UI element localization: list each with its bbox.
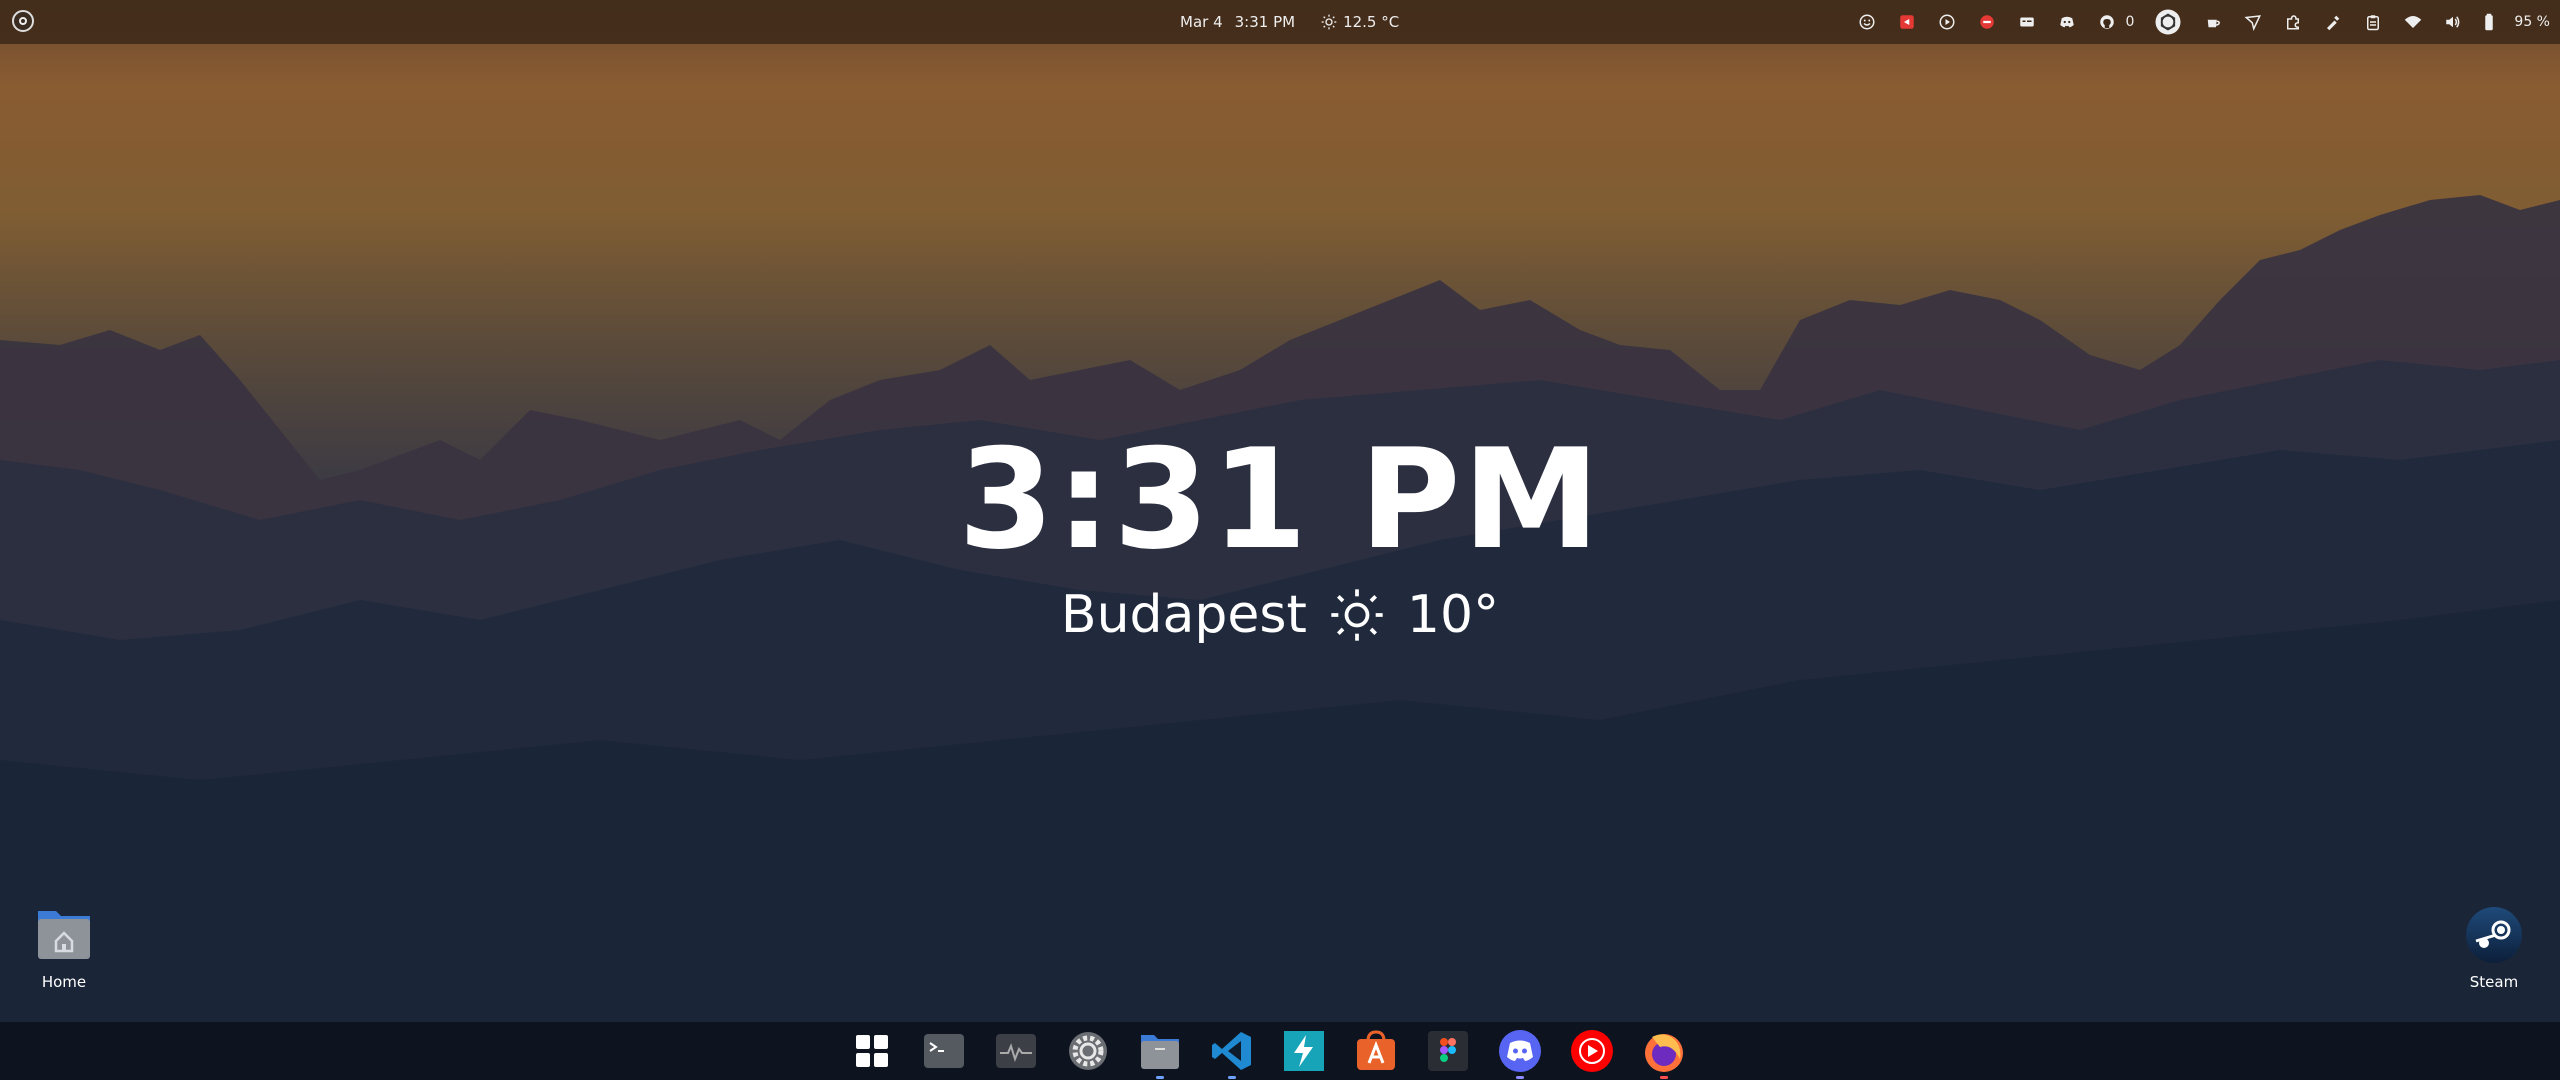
dock-settings[interactable] [1064,1027,1112,1075]
dock-system-monitor[interactable] [992,1027,1040,1075]
weather-temperature: 10° [1406,585,1500,645]
discord-tray-icon[interactable] [2056,11,2078,33]
coffee-icon[interactable] [2202,11,2224,33]
discord-icon [1499,1030,1541,1072]
screen-recorder-icon[interactable] [1896,11,1918,33]
youtube-music-icon [1571,1030,1613,1072]
dock-terminal[interactable] [920,1027,968,1075]
dock-app-grid[interactable] [848,1027,896,1075]
desktop-icon-home-label: Home [41,973,87,991]
color-picker-icon[interactable] [2322,11,2344,33]
desktop-icon-steam-label: Steam [2469,973,2519,991]
files-folder-icon [1141,1035,1179,1069]
timer-icon[interactable] [1936,11,1958,33]
dock-files[interactable] [1136,1027,1184,1079]
github-count: 0 [2125,14,2135,30]
topbar-temperature: 12.5 °C [1343,13,1400,31]
topbar-date: Mar 4 [1180,13,1223,31]
clock-menu[interactable]: Mar 4 3:31 PM 12.5 °C [1180,0,1399,44]
top-bar: Mar 4 3:31 PM 12.5 °C 0 95 % [0,0,2560,44]
desktop: Mar 4 3:31 PM 12.5 °C 0 95 % 3:31 PM Bud… [0,0,2560,1080]
battery-percentage: 95 % [2514,14,2550,30]
send-icon[interactable] [2242,11,2264,33]
volume-icon[interactable] [2442,11,2464,33]
dock-discord[interactable] [1496,1027,1544,1079]
extension-icon[interactable] [2282,11,2304,33]
desktop-weather-widget: Budapest 10° [0,585,2560,645]
dock-firefox[interactable] [1640,1027,1688,1079]
sun-icon [1321,14,1337,30]
dock-youtube-music[interactable] [1568,1027,1616,1075]
github-icon[interactable] [2096,11,2118,33]
sun-icon [1331,589,1383,641]
desktop-clock-widget: 3:31 PM [958,419,1602,580]
dock [0,1022,2560,1080]
terminal-icon [924,1034,964,1068]
topbar-weather[interactable]: 12.5 °C [1321,13,1399,31]
dock-figma[interactable] [1424,1027,1472,1075]
topbar-time: 3:31 PM [1234,13,1296,31]
app-center-icon [1357,1030,1395,1070]
system-monitor-icon [996,1034,1036,1068]
emoji-icon[interactable] [1856,11,1878,33]
stop-icon[interactable] [1976,11,1998,33]
caption-icon[interactable] [2016,11,2038,33]
activities-icon [19,17,27,25]
weather-city: Budapest [1060,585,1307,645]
running-indicator [1660,1076,1668,1079]
desktop-icon-steam[interactable]: Steam [2444,905,2544,991]
activities-button[interactable] [12,10,34,32]
running-indicator [1516,1076,1524,1079]
steam-icon [2464,905,2524,965]
dock-vscode[interactable] [1208,1027,1256,1079]
chatgpt-icon[interactable] [2152,6,2184,38]
system-tray: 0 95 % [1856,0,2550,44]
settings-gear-icon [1069,1032,1107,1070]
app-grid-icon [856,1035,888,1067]
clipboard-icon[interactable] [2362,11,2384,33]
lightning-icon [1284,1031,1324,1071]
firefox-icon [1645,1034,1683,1072]
battery-icon[interactable] [2482,11,2496,33]
dock-lightning-app[interactable] [1280,1027,1328,1075]
home-folder-icon [34,905,94,965]
dock-app-center[interactable] [1352,1027,1400,1075]
running-indicator [1228,1076,1236,1079]
wifi-icon[interactable] [2402,11,2424,33]
running-indicator [1156,1076,1164,1079]
figma-icon [1428,1031,1468,1071]
desktop-icon-home[interactable]: Home [14,905,114,991]
vscode-icon [1212,1032,1251,1070]
